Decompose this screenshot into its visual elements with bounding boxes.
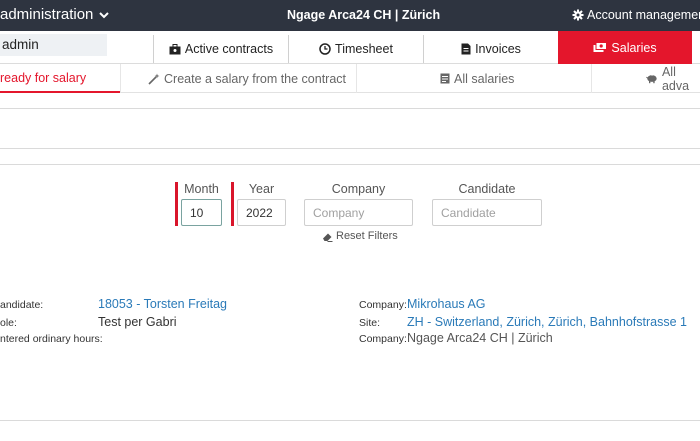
tab-invoices[interactable]: Invoices — [423, 35, 558, 63]
user-name: admin — [0, 34, 107, 56]
gear-icon — [572, 9, 584, 21]
invoice-icon — [461, 43, 471, 55]
year-input[interactable] — [237, 199, 286, 226]
subtab-divider — [120, 64, 121, 93]
subtab-label: All salaries — [454, 71, 515, 86]
magic-wand-icon — [148, 73, 160, 85]
role-value: Test per Gabri — [98, 315, 177, 329]
site-link[interactable]: ZH - Switzerland, Zürich, Zürich, Bahnho… — [407, 315, 687, 329]
divider — [0, 108, 700, 109]
subtab-label: All adva — [661, 64, 690, 93]
admin-menu[interactable]: administration — [0, 6, 110, 23]
tab-label: Invoices — [475, 42, 521, 56]
salary-sub-tabs: ready for salary Create a salary from th… — [0, 64, 700, 93]
top-navigation-bar: administration Ngage Arca24 CH | Zürich … — [0, 0, 700, 31]
month-filter-marker — [175, 182, 178, 226]
tab-label: Timesheet — [335, 42, 393, 56]
agency-value: Ngage Arca24 CH | Zürich — [407, 331, 553, 345]
subtab-divider — [356, 64, 357, 93]
clock-icon — [319, 43, 331, 55]
subtab-divider — [591, 64, 592, 93]
year-label: Year — [248, 182, 275, 196]
candidate-label: Candidate — [458, 182, 516, 196]
eraser-icon — [323, 233, 333, 242]
account-management-link[interactable]: Account management — [572, 8, 700, 22]
divider — [0, 148, 700, 149]
agency-field-label: Company: — [359, 333, 407, 345]
tab-salaries[interactable]: Salaries — [558, 31, 692, 64]
year-filter-marker — [231, 182, 234, 226]
year-filter: Year — [237, 182, 286, 226]
subtab-ready-for-salary[interactable]: ready for salary — [0, 64, 120, 93]
company-input[interactable] — [304, 199, 413, 226]
main-tabs-bar: admin Active contracts Timesheet Invoice… — [0, 31, 700, 64]
briefcase-icon — [169, 43, 181, 54]
tab-timesheet[interactable]: Timesheet — [288, 35, 423, 63]
company-link[interactable]: Mikrohaus AG — [407, 297, 486, 311]
piggy-bank-icon — [646, 74, 657, 84]
candidate-field-label: andidate: — [0, 299, 44, 311]
month-input[interactable] — [181, 199, 222, 226]
month-filter: Month — [181, 182, 222, 226]
company-filter: Company — [304, 182, 413, 226]
account-management-label: Account management — [587, 8, 700, 22]
money-icon — [593, 42, 608, 52]
subtab-label: ready for salary — [0, 70, 87, 85]
agency-title: Ngage Arca24 CH | Zürich — [287, 8, 441, 22]
hours-field-label: ntered ordinary hours: — [0, 333, 103, 345]
candidate-link[interactable]: 18053 - Torsten Freitag — [98, 297, 227, 311]
role-field-label: ole: — [0, 317, 17, 329]
company-label: Company — [331, 182, 386, 196]
reset-filters-label: Reset Filters — [336, 230, 398, 242]
month-label: Month — [184, 182, 219, 196]
candidate-input[interactable] — [432, 199, 542, 226]
tab-label: Salaries — [611, 40, 657, 55]
tab-label: Active contracts — [184, 42, 274, 56]
tab-active-contracts[interactable]: Active contracts — [153, 35, 288, 63]
subtab-all-advances[interactable]: All adva — [646, 64, 700, 93]
divider — [0, 164, 700, 165]
reset-filters-button[interactable]: Reset Filters — [322, 230, 398, 242]
chevron-down-icon — [99, 11, 110, 18]
divider — [0, 420, 700, 421]
subtab-all-salaries[interactable]: All salaries — [440, 64, 514, 93]
site-field-label: Site: — [359, 317, 381, 329]
subtab-create-salary[interactable]: Create a salary from the contract — [148, 64, 346, 93]
list-icon — [440, 73, 450, 84]
company-field-label: Company: — [359, 299, 407, 311]
candidate-filter: Candidate — [432, 182, 542, 226]
admin-menu-label: administration — [0, 6, 94, 23]
subtab-label: Create a salary from the contract — [164, 71, 347, 86]
